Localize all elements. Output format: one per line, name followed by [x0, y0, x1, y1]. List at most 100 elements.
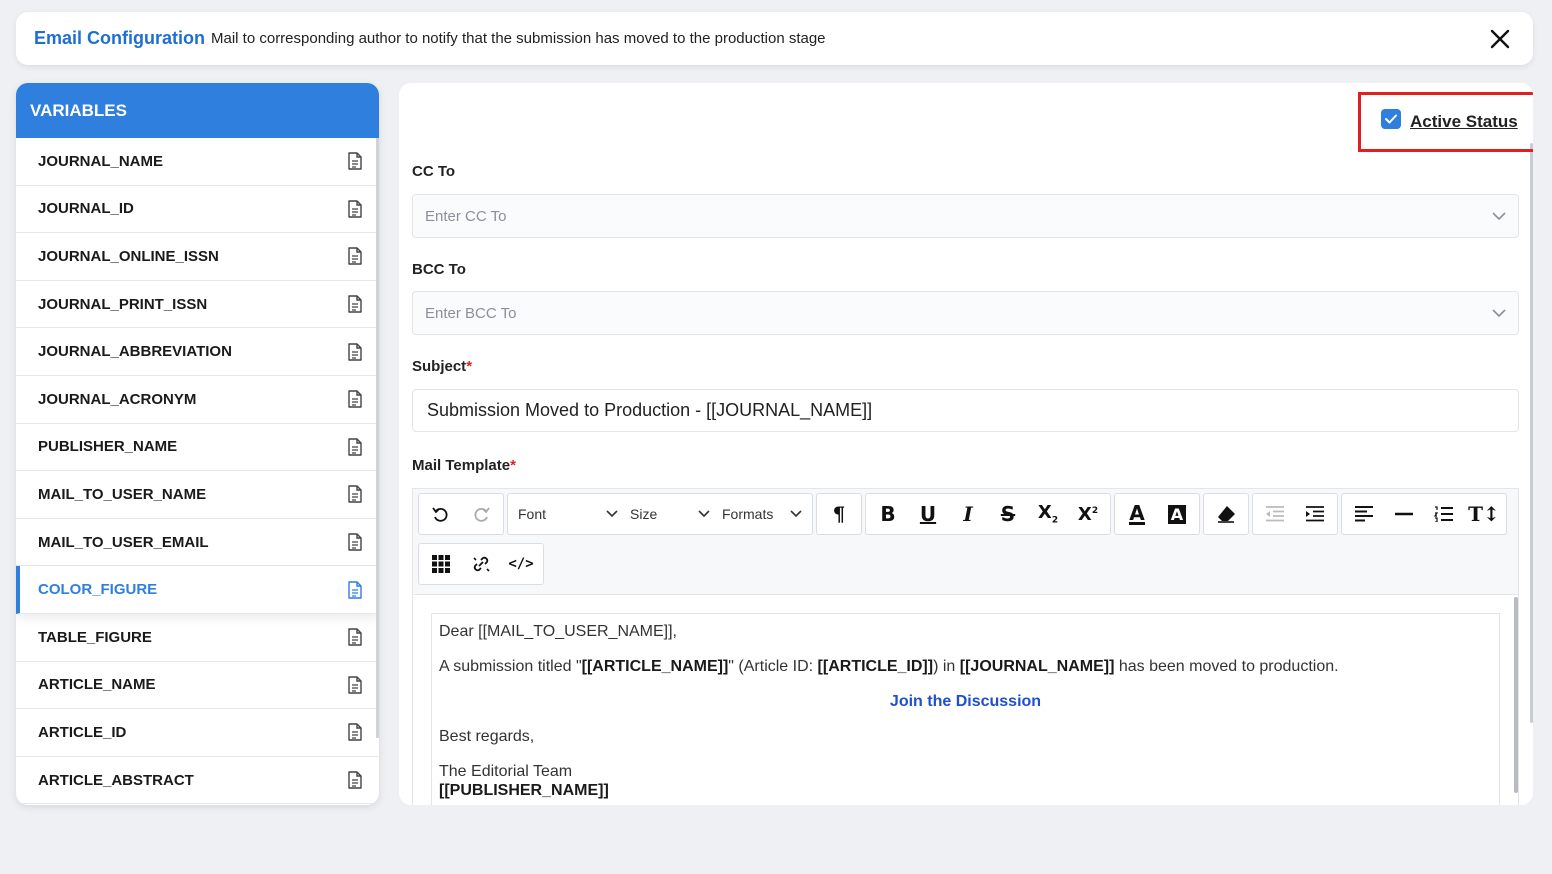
bold-button[interactable]: B	[868, 495, 908, 533]
document-icon[interactable]	[347, 771, 363, 789]
page-description: Mail to corresponding author to notify t…	[211, 30, 826, 47]
horizontal-rule-button[interactable]	[1384, 495, 1424, 533]
document-icon[interactable]	[347, 628, 363, 646]
join-discussion-link[interactable]: Join the Discussion	[890, 693, 1041, 710]
mail-template-label: Mail Template*	[412, 457, 516, 474]
body-text: ) in	[933, 658, 960, 675]
chevron-down-icon	[1492, 212, 1506, 220]
page-title: Email Configuration	[34, 28, 205, 48]
strikethrough-button[interactable]: S	[988, 495, 1028, 533]
editor-scrollbar[interactable]	[1514, 597, 1518, 793]
source-code-button[interactable]: </>	[501, 545, 541, 583]
chevron-down-icon	[606, 510, 618, 518]
variable-item[interactable]: MAIL_TO_USER_NAME	[16, 471, 379, 519]
document-icon[interactable]	[347, 676, 363, 694]
clear-format-button[interactable]	[1206, 495, 1246, 533]
active-status-checkbox[interactable]	[1381, 109, 1401, 129]
variable-item[interactable]: ARTICLE_NAME	[16, 662, 379, 710]
body-text: " (Article ID:	[728, 658, 818, 675]
variable-label: MAIL_TO_USER_EMAIL	[38, 533, 209, 551]
variable-item[interactable]: JOURNAL_ONLINE_ISSN	[16, 233, 379, 281]
size-dropdown[interactable]: Size	[624, 495, 716, 533]
document-icon[interactable]	[347, 152, 363, 170]
variable-item[interactable]: JOURNAL_NAME	[16, 138, 379, 186]
superscript-button[interactable]: X2	[1068, 495, 1108, 533]
pilcrow-icon: ¶	[832, 502, 846, 526]
subscript-button[interactable]: X2	[1028, 495, 1068, 533]
editor-content-area[interactable]: Dear [[MAIL_TO_USER_NAME]], A submission…	[413, 595, 1518, 805]
variable-label: ARTICLE_NAME	[38, 676, 156, 694]
indent-icon	[1306, 506, 1324, 522]
variable-item[interactable]: TABLE_FIGURE	[16, 614, 379, 662]
unlink-button[interactable]	[461, 545, 501, 583]
document-icon[interactable]	[347, 342, 363, 361]
chevron-down-icon	[698, 510, 710, 518]
paragraph-button[interactable]: ¶	[819, 495, 859, 533]
variable-item[interactable]: ARTICLE_ID	[16, 709, 379, 757]
document-icon[interactable]	[347, 295, 363, 313]
cc-select[interactable]: Enter CC To	[412, 194, 1519, 238]
bold-icon: B	[880, 502, 896, 526]
variable-item[interactable]: ARTICLE_ABSTRACT	[16, 757, 379, 805]
text-color-button[interactable]: A	[1117, 495, 1157, 533]
document-icon[interactable]	[347, 580, 363, 599]
eraser-icon	[1218, 506, 1235, 523]
article-id-variable: [[ARTICLE_ID]]	[817, 658, 934, 675]
subject-input[interactable]: Submission Moved to Production - [[JOURN…	[412, 389, 1519, 432]
variable-label: JOURNAL_PRINT_ISSN	[38, 295, 208, 313]
variable-item[interactable]: COLOR_FIGURE	[16, 566, 379, 614]
italic-button[interactable]: I	[948, 495, 988, 533]
regards-line: Best regards,	[439, 728, 535, 745]
discussion-link-line: Join the Discussion	[439, 692, 1492, 711]
subject-label-text: Subject	[412, 358, 467, 375]
variable-item[interactable]: JOURNAL_ABBREVIATION	[16, 328, 379, 376]
document-icon[interactable]	[347, 533, 363, 551]
variable-label: JOURNAL_ONLINE_ISSN	[38, 247, 219, 265]
paragraph-group: ¶	[816, 493, 862, 535]
body-text: A submission titled "	[439, 658, 582, 675]
variable-item[interactable]: JOURNAL_ID	[16, 186, 379, 234]
bcc-placeholder: Enter BCC To	[425, 304, 517, 322]
variable-label: JOURNAL_ACRONYM	[38, 390, 197, 408]
variable-label: MAIL_TO_USER_NAME	[38, 485, 207, 503]
publisher-line: [[PUBLISHER_NAME]]	[439, 781, 1492, 800]
outdent-button[interactable]	[1255, 495, 1295, 533]
document-icon[interactable]	[347, 390, 363, 408]
email-template-body[interactable]: Dear [[MAIL_TO_USER_NAME]], A submission…	[431, 613, 1500, 805]
font-dropdown[interactable]: Font	[512, 495, 624, 533]
align-button[interactable]	[1344, 495, 1384, 533]
font-size-toggle-button[interactable]: T↕	[1464, 495, 1504, 533]
variable-item[interactable]: MAIL_TO_USER_EMAIL	[16, 519, 379, 567]
email-form-panel: Active Status CC To Enter CC To BCC To E…	[399, 83, 1533, 805]
indent-button[interactable]	[1295, 495, 1335, 533]
background-color-button[interactable]: A	[1157, 495, 1197, 533]
variable-label: ARTICLE_ID	[38, 723, 127, 741]
document-icon[interactable]	[347, 247, 363, 266]
underline-button[interactable]: U	[908, 495, 948, 533]
undo-button[interactable]	[421, 495, 461, 533]
formats-dropdown[interactable]: Formats	[716, 495, 808, 533]
document-icon[interactable]	[347, 200, 363, 218]
table-button[interactable]	[421, 545, 461, 583]
form-scrollbar[interactable]	[1530, 143, 1533, 723]
variable-item[interactable]: PUBLISHER_NAME	[16, 424, 379, 472]
variable-item[interactable]: JOURNAL_ACRONYM	[16, 376, 379, 424]
variable-item[interactable]: JOURNAL_PRINT_ISSN	[16, 281, 379, 329]
document-icon[interactable]	[347, 485, 363, 504]
document-icon[interactable]	[347, 438, 363, 456]
body-paragraph: A submission titled "[[ARTICLE_NAME]]" (…	[439, 657, 1492, 676]
variable-label: PUBLISHER_NAME	[38, 438, 178, 456]
undo-icon	[432, 507, 448, 522]
redo-button[interactable]	[461, 495, 501, 533]
indent-group	[1252, 493, 1338, 535]
sidebar-scrollbar[interactable]	[376, 138, 379, 738]
bcc-select[interactable]: Enter BCC To	[412, 291, 1519, 335]
subscript-icon: X2	[1037, 502, 1059, 526]
close-button[interactable]	[1485, 24, 1515, 54]
greeting-line: Dear [[MAIL_TO_USER_NAME]],	[439, 623, 677, 640]
unlink-icon	[473, 556, 490, 572]
document-icon[interactable]	[347, 723, 363, 742]
block-group: T↕	[1341, 493, 1507, 535]
active-status-label[interactable]: Active Status	[1410, 112, 1518, 132]
ordered-list-button[interactable]	[1424, 495, 1464, 533]
